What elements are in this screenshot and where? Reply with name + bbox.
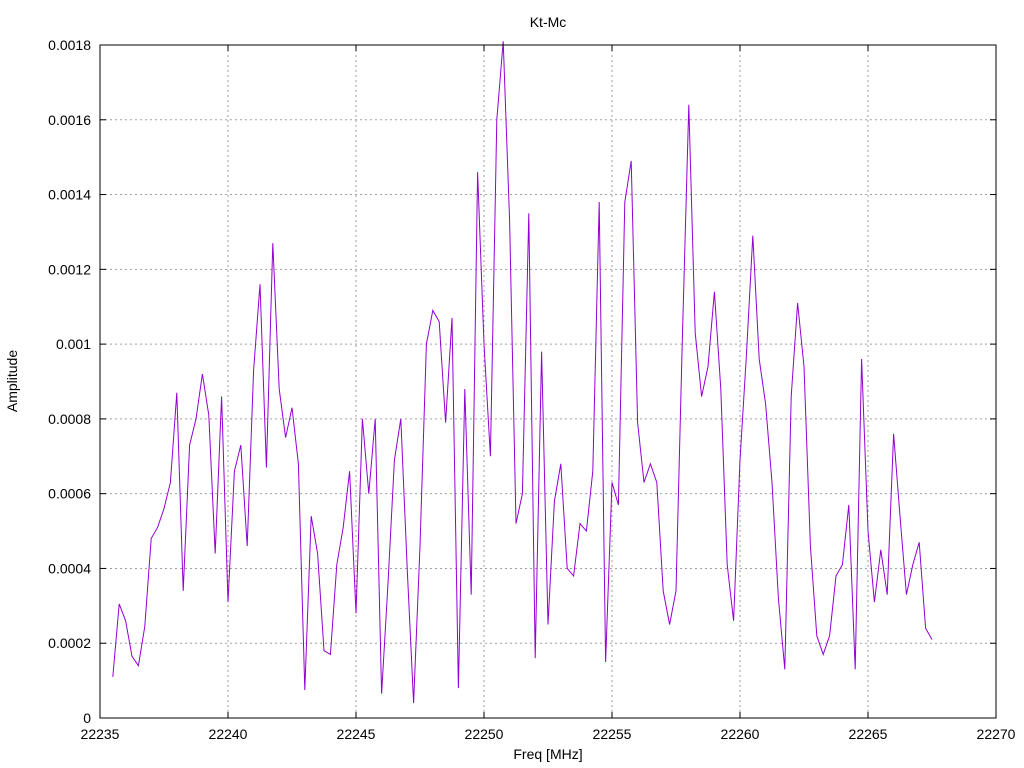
y-tick-label: 0.0014 [48,187,91,203]
x-tick-label: 22265 [849,726,888,742]
chart-title: Kt-Mc [530,14,567,30]
series-layer [112,41,933,704]
x-tick-label: 22260 [721,726,760,742]
series-line [112,41,933,704]
y-tick-label: 0.0016 [48,112,91,128]
x-tick-label: 22255 [593,726,632,742]
x-tick-label: 22245 [337,726,376,742]
x-tick-label: 22250 [465,726,504,742]
line-chart: 22235 22240 22245 22250 22255 22260 22265 22270… [4,14,1016,762]
y-tick-label: 0.0012 [48,261,91,277]
y-tick-label: 0.0004 [48,560,91,576]
y-tick-label: 0.001 [56,336,91,352]
x-axis-label: Freq [MHz] [513,746,582,762]
y-tick-label: 0 [83,710,91,726]
y-axis-label: Amplitude [4,350,20,412]
tick-labels: 22235 22240 22245 22250 22255 22260 22265 22270… [48,37,1016,742]
y-tick-label: 0.0002 [48,635,91,651]
x-tick-label: 22270 [977,726,1016,742]
y-tick-label: 0.0018 [48,37,91,53]
y-tick-label: 0.0006 [48,486,91,502]
x-tick-label: 22235 [81,726,120,742]
x-tick-label: 22240 [209,726,248,742]
y-tick-label: 0.0008 [48,411,91,427]
